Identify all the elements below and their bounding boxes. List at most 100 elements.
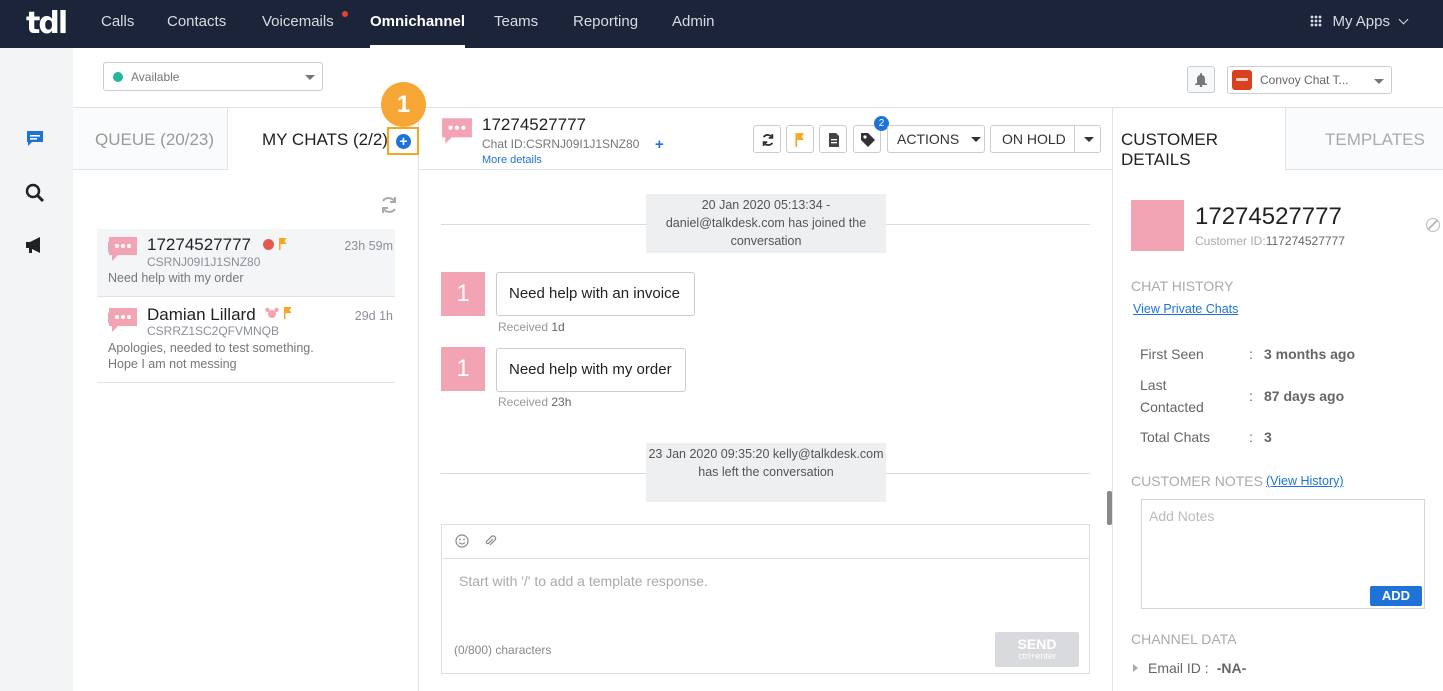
integration-select[interactable]: Convoy Chat T... [1227,66,1392,94]
chat-list-panel: QUEUE (20/23) MY CHATS (2/2) + 172745277… [73,108,419,691]
status-bar: Available Convoy Chat T... [73,48,1443,108]
top-nav: tdl Calls Contacts Voicemails Omnichanne… [0,0,1443,48]
chat-preview: Need help with my order [108,271,244,285]
on-hold-button[interactable]: ON HOLD [990,125,1101,153]
chat-time: 23h 59m [344,239,393,253]
notifications-button[interactable] [1187,66,1215,93]
search-icon[interactable] [24,182,46,204]
flag-icon [795,133,804,147]
colon: : [1249,429,1253,445]
block-icon[interactable] [1426,218,1440,232]
chat-preview: Apologies, needed to test something. Hop… [108,341,314,371]
tab-customer-details-label: CUSTOMER DETAILS [1121,130,1218,169]
channel-data-heading: CHANNEL DATA [1131,631,1237,647]
email-row[interactable]: Email ID : -NA- [1133,660,1246,676]
nav-teams[interactable]: Teams [494,0,538,48]
apps-grid-icon [1310,15,1323,27]
customer-notes-heading: CUSTOMER NOTES [1131,473,1263,489]
tab-templates[interactable]: TEMPLATES [1285,108,1443,170]
convoy-logo [1232,70,1252,90]
total-chats-value: 3 [1264,429,1272,445]
chat-bubble-icon [109,308,137,332]
emoji-icon[interactable] [455,534,469,548]
attachment-icon[interactable] [483,534,497,548]
system-message-text: 20 Jan 2020 05:13:34 - daniel@talkdesk.c… [646,194,886,253]
chat-bubble-icon [442,118,472,144]
message-input[interactable]: Start with '/' to add a template respons… [459,573,708,589]
unread-dot [263,239,274,250]
chat-id: CSRRZ1SC2QFVMNQB [147,324,280,338]
nav-calls[interactable]: Calls [101,0,134,48]
chat-name: 17274527777 [147,235,252,254]
chat-icon[interactable] [24,128,46,150]
customer-id-value: 117274527777 [1265,234,1345,248]
customer-id-label: Customer ID: [1195,234,1266,248]
status-dot [113,72,123,82]
view-private-chats-link[interactable]: View Private Chats [1133,302,1238,316]
nav-voicemails[interactable]: Voicemails [262,0,334,48]
message-bubble: Need help with an invoice [496,272,695,316]
chevron-down-icon[interactable] [1084,137,1094,142]
availability-select[interactable]: Available [103,62,323,91]
system-message: 23 Jan 2020 09:35:20 kelly@talkdesk.com … [441,443,1090,503]
my-apps-menu[interactable]: My Apps [1310,0,1409,44]
add-participant-plus[interactable]: + [655,136,664,153]
chat-history-heading: CHAT HISTORY [1131,278,1234,294]
conversation-panel: 17274527777 Chat ID:CSRNJ09I1J1SNZ80 + M… [419,108,1112,691]
customer-name: 17274527777 [1195,203,1342,230]
refresh-icon[interactable] [378,194,400,216]
tab-queue[interactable]: QUEUE (20/23) [73,108,228,170]
talkdesk-logo[interactable]: tdl [26,6,68,41]
send-button[interactable]: SEND ctrl+enter [995,632,1079,667]
message-composer: Start with '/' to add a template respons… [441,524,1090,674]
flag-button[interactable] [786,125,814,153]
chat-list-item[interactable]: 17274527777 23h 59m CSRNJ09I1J1SNZ80 Nee… [97,229,395,297]
character-count: (0/800) characters [454,643,552,657]
refresh-icon [762,134,774,146]
on-hold-label: ON HOLD [1002,131,1066,147]
chevron-down-icon [1374,79,1384,84]
colon: : [1249,388,1253,404]
conversation-title: 17274527777 [482,115,587,134]
received-label: Received [498,395,549,409]
email-label: Email ID : [1148,660,1209,676]
message-avatar: 1 [441,347,485,391]
actions-dropdown[interactable]: ACTIONS [887,125,985,153]
chat-time: 29d 1h [354,309,393,323]
tab-customer-details[interactable]: CUSTOMER DETAILS [1113,108,1285,170]
email-value: -NA- [1216,660,1247,676]
send-label: SEND [1017,636,1057,652]
availability-value: Available [131,70,180,84]
last-contacted-label: Last Contacted [1140,377,1204,415]
chevron-down-icon [305,75,315,80]
transcript-button[interactable] [819,125,847,153]
view-history-link[interactable]: (View History) [1266,474,1344,488]
actions-label: ACTIONS [897,131,960,147]
add-chat-button[interactable]: + [387,127,419,155]
composer-toolbar [442,525,1089,559]
nav-admin[interactable]: Admin [672,0,715,48]
tab-my-chats-label: MY CHATS (2/2) [262,130,388,149]
tab-templates-label: TEMPLATES [1325,130,1425,149]
total-chats-label: Total Chats [1140,429,1211,445]
colon: : [1249,346,1253,362]
add-note-button[interactable]: ADD [1370,586,1422,606]
refresh-button[interactable] [753,125,781,153]
last-contacted-value: 87 days ago [1264,388,1345,404]
megaphone-icon[interactable] [24,234,46,256]
flag-icon [284,307,292,319]
received-time: 23h [551,395,572,409]
chat-list-item[interactable]: Damian Lillard 29d 1h CSRRZ1SC2QFVMNQB A… [97,298,395,383]
chevron-down-icon [971,137,981,142]
nav-contacts[interactable]: Contacts [167,0,226,48]
received-label: Received [498,320,549,334]
nav-omnichannel[interactable]: Omnichannel [370,0,466,48]
system-message-text: 23 Jan 2020 09:35:20 kelly@talkdesk.com … [646,443,886,502]
more-details-link[interactable]: More details [482,154,542,166]
bell-icon [1195,73,1207,87]
first-seen-value: 3 months ago [1264,346,1356,362]
message-bubble: Need help with my order [496,348,686,392]
first-seen-label: First Seen [1140,346,1204,362]
nav-reporting[interactable]: Reporting [573,0,638,48]
document-icon [829,133,839,147]
